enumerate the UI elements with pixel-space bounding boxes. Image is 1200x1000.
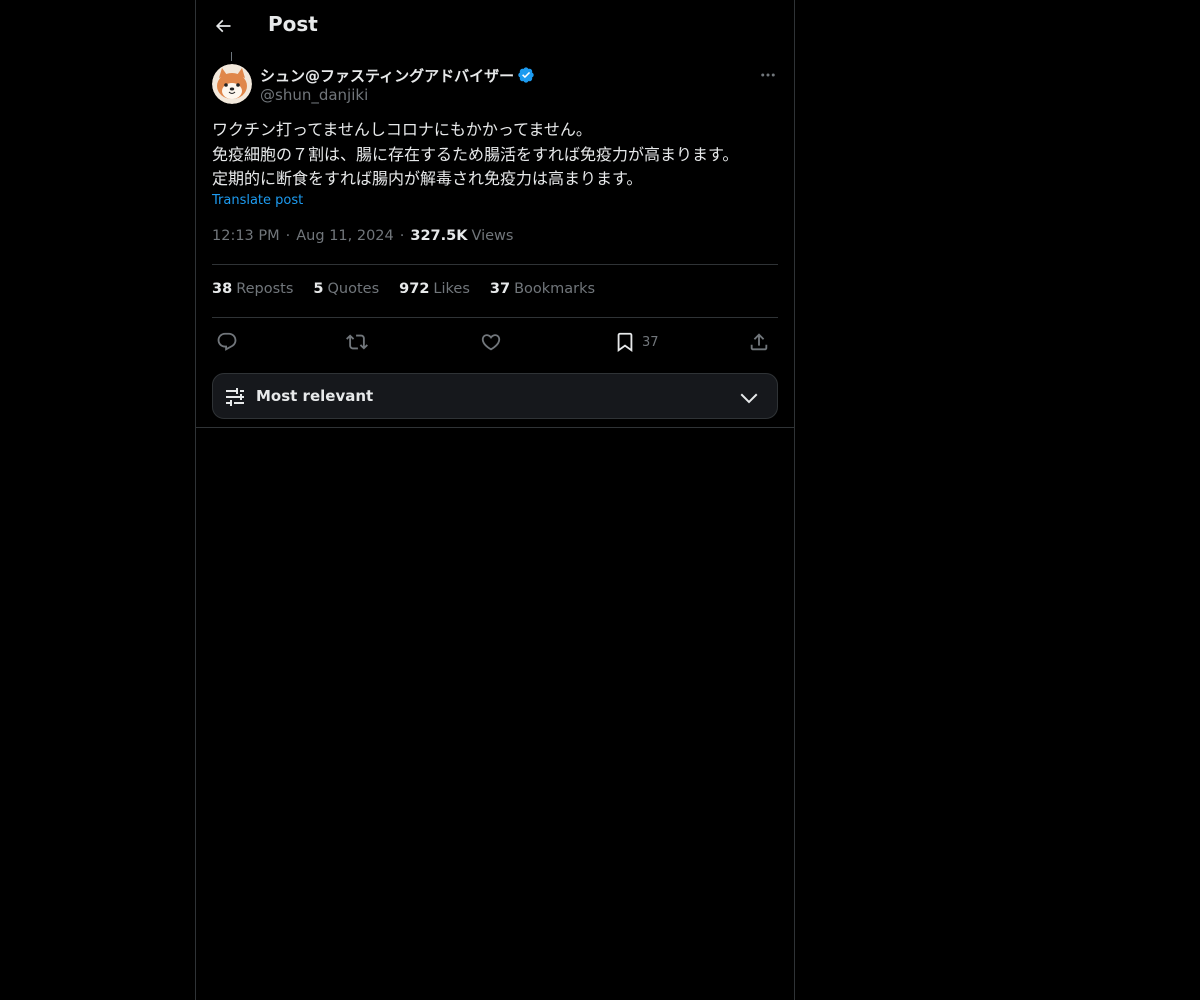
more-icon: [761, 73, 775, 77]
bookmarks-label: Bookmarks: [514, 281, 596, 297]
chevron-down-icon: [740, 393, 758, 404]
page-title: Post: [268, 12, 318, 36]
views-label: Views: [471, 228, 514, 244]
repost-icon: [346, 334, 368, 350]
bookmark-icon: [617, 332, 633, 353]
post-text-line: ワクチン打ってませんしコロナにもかかってません。: [212, 120, 592, 139]
action-bar: 37: [212, 328, 778, 356]
post-text-line: 免疫細胞の７割は、腸に存在するため腸活をすれば免疫力が高まります。: [212, 144, 739, 164]
display-name[interactable]: シュン@ファスティングアドバイザー: [260, 65, 514, 86]
quotes-count: 5: [313, 281, 324, 297]
quotes-label: Quotes: [327, 281, 380, 297]
bookmarks-stat[interactable]: 37 Bookmarks: [490, 281, 595, 297]
like-button[interactable]: [480, 328, 502, 356]
more-options-button[interactable]: [757, 64, 779, 86]
likes-label: Likes: [433, 281, 470, 297]
heart-icon: [481, 334, 501, 351]
author-handle[interactable]: @shun_danjiki: [260, 86, 535, 104]
verified-badge-icon: [517, 66, 535, 84]
meta-separator: ·: [399, 228, 405, 244]
thread-connector: [231, 52, 232, 61]
post-text: ワクチン打ってませんしコロナにもかかってません。 免疫細胞の７割は、腸に存在する…: [212, 118, 778, 192]
post-time[interactable]: 12:13 PM: [212, 228, 280, 244]
display-name-row: シュン@ファスティングアドバイザー: [260, 64, 535, 86]
author-block: シュン@ファスティングアドバイザー @shun_danjiki: [260, 64, 535, 104]
post-meta: 12:13 PM · Aug 11, 2024 · 327.5K Views: [212, 228, 513, 244]
reply-icon: [217, 332, 237, 351]
shiba-avatar-icon: [212, 64, 252, 104]
share-button[interactable]: [748, 328, 770, 356]
main-column: Post シュン@ファスティングアドバイザー @shun_danjiki ワクチ…: [195, 0, 795, 1000]
quotes-stat[interactable]: 5 Quotes: [313, 281, 379, 297]
bookmark-count: 37: [642, 334, 659, 350]
reposts-count: 38: [212, 281, 233, 297]
back-button[interactable]: [208, 11, 238, 41]
reposts-stat[interactable]: 38 Reposts: [212, 281, 293, 297]
meta-separator: ·: [285, 228, 291, 244]
share-icon: [750, 333, 768, 351]
post-date[interactable]: Aug 11, 2024: [296, 228, 394, 244]
reply-sort-dropdown[interactable]: Most relevant: [212, 373, 778, 419]
post-text-line: 定期的に断食をすれば腸内が解毒され免疫力は高まります。: [212, 169, 643, 188]
post-stats: 38 Reposts 5 Quotes 972 Likes 37 Bookmarks: [212, 281, 615, 297]
likes-stat[interactable]: 972 Likes: [399, 281, 470, 297]
repost-button[interactable]: [346, 328, 368, 356]
sort-label: Most relevant: [256, 387, 374, 405]
bookmark-button[interactable]: 37: [614, 328, 659, 356]
translate-post-link[interactable]: Translate post: [212, 193, 303, 208]
reposts-label: Reposts: [236, 281, 294, 297]
divider: [212, 264, 778, 265]
section-divider: [196, 427, 794, 428]
top-bar: Post: [196, 0, 794, 53]
bookmarks-count: 37: [489, 281, 511, 297]
views-count: 327.5K: [410, 228, 468, 244]
sliders-icon: [226, 388, 244, 406]
likes-count: 972: [399, 281, 430, 297]
divider: [212, 317, 778, 318]
reply-button[interactable]: [216, 328, 238, 356]
avatar[interactable]: [212, 64, 252, 104]
arrow-left-icon: [215, 19, 231, 33]
